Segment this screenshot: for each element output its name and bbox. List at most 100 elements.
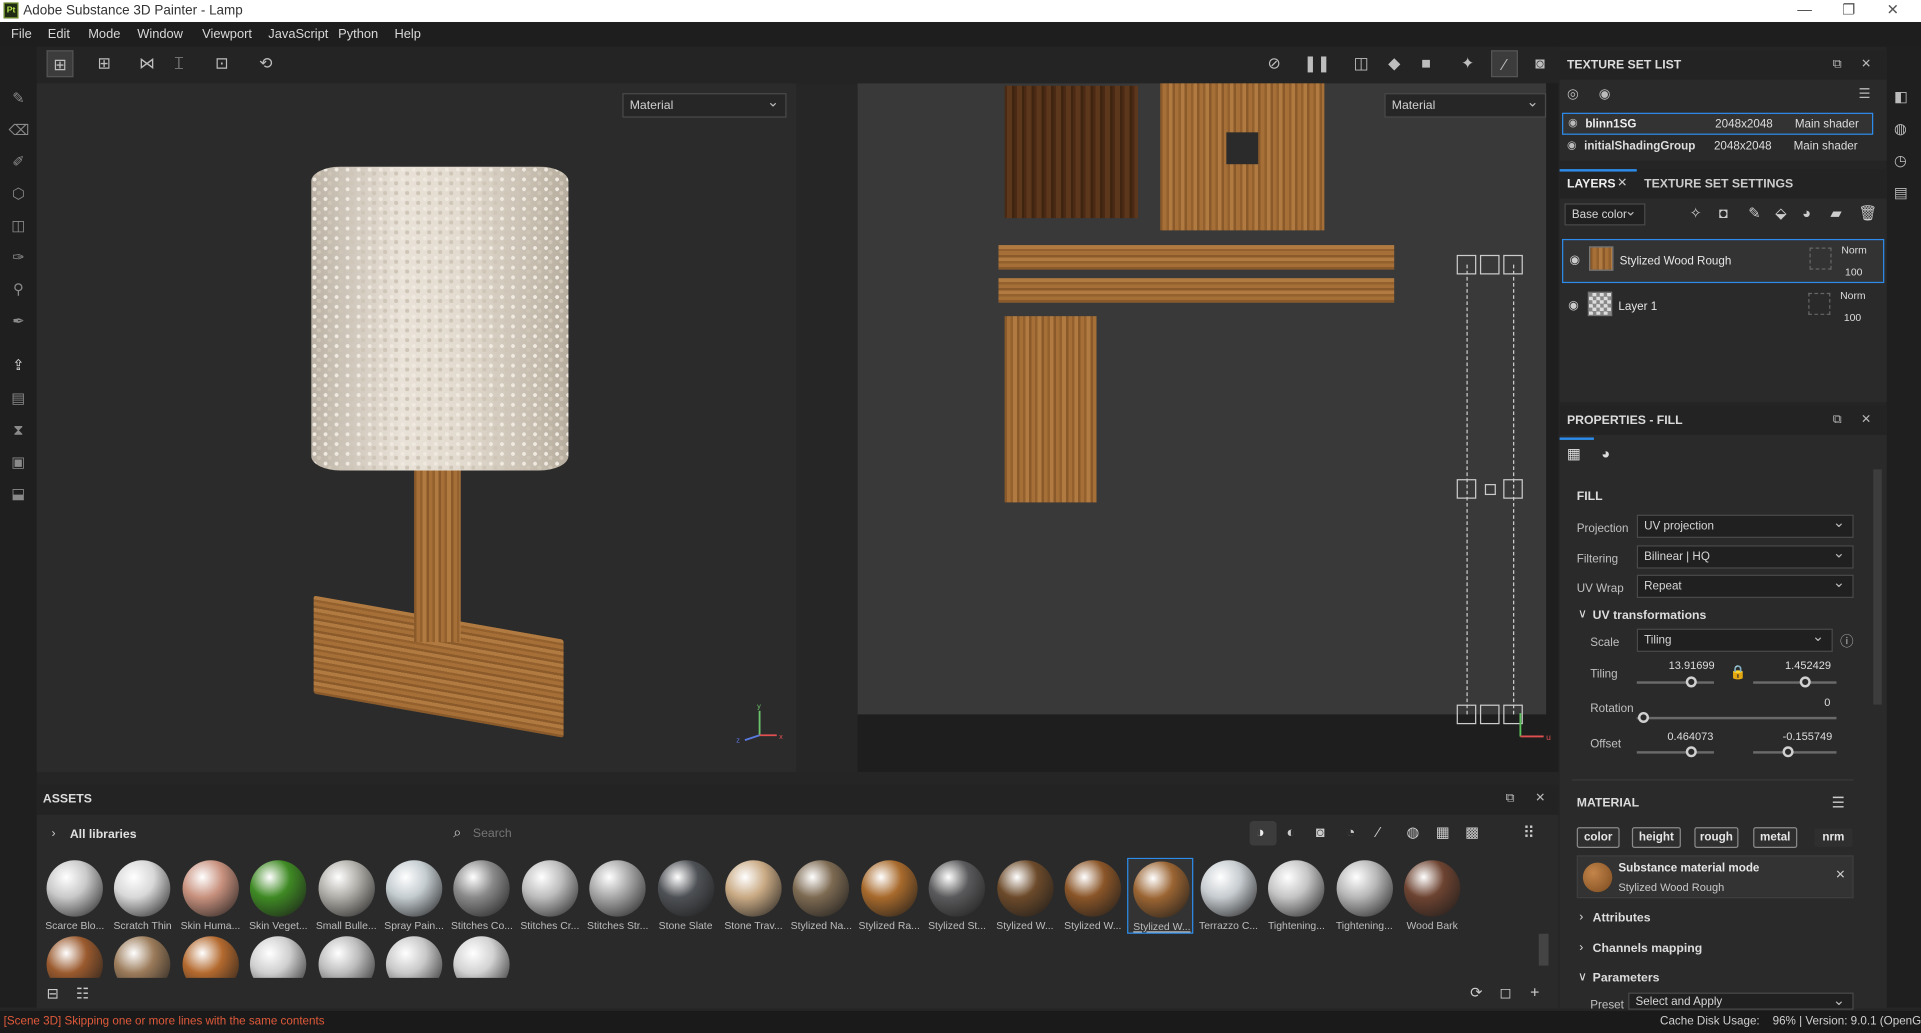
tab-texture-set-settings[interactable]: TEXTURE SET SETTINGS	[1644, 178, 1793, 191]
uv-handle-bc[interactable]	[1479, 704, 1500, 725]
menu-file[interactable]: File	[11, 27, 32, 42]
uv-handle-ml[interactable]	[1456, 479, 1477, 499]
generators-filter-icon[interactable]: ◔	[1346, 823, 1355, 840]
all-libraries-item[interactable]: All libraries	[70, 828, 137, 841]
log-icon[interactable]: ▣	[9, 452, 29, 472]
pause-icon[interactable]: ❚❚	[1304, 50, 1331, 77]
close-window-button[interactable]: ✕	[1874, 1, 1911, 18]
maximize-button[interactable]: ❐	[1830, 1, 1867, 18]
close-icon[interactable]: ✕	[1535, 792, 1545, 805]
info-icon[interactable]: ⓘ	[1840, 631, 1853, 651]
import-resources-icon[interactable]: ⊟	[47, 985, 59, 1002]
paint-mode-icon[interactable]: ⁄	[1490, 50, 1518, 78]
tiling-x-knob[interactable]	[1685, 676, 1697, 688]
asset-item[interactable]: Stitches Co...	[449, 858, 515, 934]
viewport-3d-mode-select[interactable]: Material	[622, 93, 787, 118]
filtering-select[interactable]: Bilinear | HQ	[1636, 544, 1854, 569]
materials-filter-icon[interactable]: ◑	[1256, 823, 1265, 840]
uv-texture-area[interactable]	[857, 83, 1547, 725]
close-icon[interactable]: ✕	[1861, 58, 1871, 71]
channel-chip-nrm[interactable]: nrm	[1813, 827, 1854, 848]
tab-layers[interactable]: LAYERS	[1567, 178, 1616, 191]
add-smart-material-icon[interactable]: ◕	[1802, 205, 1811, 222]
asset-item[interactable]: Wood Bark	[1399, 858, 1465, 934]
reset-camera-icon[interactable]: ⟲	[252, 50, 279, 77]
uv-transformations-label[interactable]: UV transformations	[1593, 609, 1707, 622]
shelf-icon[interactable]: ⬓	[9, 484, 29, 504]
uv-handle-bl[interactable]	[1456, 704, 1477, 725]
add-effect-icon[interactable]: ✧	[1689, 205, 1701, 222]
channel-chip-rough[interactable]: rough	[1694, 827, 1739, 848]
chevron-down-icon[interactable]: ∨	[1578, 971, 1587, 984]
asset-thumbnail[interactable]	[453, 936, 511, 978]
mirror-x-icon[interactable]: ⋈	[134, 50, 161, 77]
tiling-y-value[interactable]: 1.452429	[1785, 659, 1831, 671]
display-settings-icon[interactable]: ⧗	[9, 420, 29, 440]
offset-y-value[interactable]: -0.155749	[1783, 730, 1833, 742]
asset-item[interactable]: Stylized Ra...	[856, 858, 922, 934]
asset-item[interactable]: Stone Slate	[652, 858, 718, 934]
channels-mapping-section[interactable]: Channels mapping	[1593, 942, 1703, 955]
polygon-fill-icon[interactable]: ◫	[9, 216, 29, 236]
offset-y-slider[interactable]	[1753, 751, 1837, 754]
menu-edit[interactable]: Edit	[48, 27, 70, 42]
layer-row-stylized-wood[interactable]: ◉ Stylized Wood Rough Norm 100	[1562, 238, 1885, 284]
asset-thumbnail[interactable]	[46, 936, 103, 978]
eye-icon[interactable]: ◉	[1567, 138, 1577, 151]
mirror-y-icon[interactable]: ⌶	[165, 50, 192, 77]
layer-opacity[interactable]: 100	[1844, 311, 1861, 323]
add-paint-layer-icon[interactable]: ✎	[1748, 205, 1760, 222]
history-icon[interactable]: ◷	[1894, 152, 1907, 169]
chevron-right-icon[interactable]: ›	[51, 827, 55, 840]
float-icon[interactable]: ⧉	[1833, 58, 1842, 71]
offset-x-slider[interactable]	[1636, 751, 1714, 754]
offset-x-value[interactable]: 0.464073	[1667, 730, 1713, 742]
asset-item[interactable]: Small Bulle...	[313, 858, 379, 934]
offset-y-knob[interactable]	[1782, 746, 1794, 758]
frame-icon[interactable]: ⊡	[208, 50, 235, 77]
asset-item[interactable]: Skin Veget...	[245, 858, 311, 934]
layer-opacity[interactable]: 100	[1845, 266, 1862, 278]
offset-x-knob[interactable]	[1685, 746, 1697, 758]
menu-mode[interactable]: Mode	[88, 27, 120, 42]
add-mask-icon[interactable]: ◘	[1719, 205, 1728, 222]
layer-blend-mode[interactable]: Norm	[1840, 289, 1865, 301]
tiling-y-slider[interactable]	[1753, 681, 1837, 684]
asset-item[interactable]: Stylized St...	[924, 858, 990, 934]
viewer-settings-icon[interactable]: ◧	[1894, 88, 1908, 105]
list-menu-icon[interactable]: ☰	[1859, 86, 1871, 102]
add-folder-icon[interactable]: ▰	[1830, 205, 1841, 222]
layer-row-layer-1[interactable]: ◉ Layer 1 Norm 100	[1562, 286, 1884, 330]
rotation-value[interactable]: 0	[1824, 696, 1830, 708]
asset-thumbnail[interactable]	[114, 936, 171, 978]
uv-handle-mr[interactable]	[1503, 479, 1523, 499]
close-icon[interactable]: ✕	[1861, 413, 1871, 426]
layer-visibility-eye-icon[interactable]: ◉	[1569, 254, 1580, 267]
new-window-icon[interactable]: ◻	[1500, 984, 1512, 1001]
asset-item[interactable]: Scratch Thin	[110, 858, 176, 934]
screenshot-icon[interactable]: ◙	[1527, 50, 1554, 77]
layer-visibility-eye-icon[interactable]: ◉	[1568, 299, 1579, 312]
asset-item[interactable]: Terrazzo C...	[1195, 858, 1261, 934]
environment-icon[interactable]: ◍	[1894, 120, 1907, 137]
substance-material-card[interactable]: Substance material mode Stylized Wood Ro…	[1576, 855, 1854, 899]
layout-single-icon[interactable]: ⊞	[46, 50, 74, 78]
export-icon[interactable]: ⇪	[9, 355, 29, 375]
material-menu-icon[interactable]: ☰	[1832, 794, 1845, 811]
display-icon[interactable]: ▤	[1894, 184, 1908, 201]
chevron-down-icon[interactable]: ∨	[1578, 608, 1587, 621]
layer-blend-mode[interactable]: Norm	[1841, 244, 1866, 256]
rotation-knob[interactable]	[1637, 711, 1650, 723]
brushes-filter-icon[interactable]: ⁄	[1377, 823, 1379, 840]
properties-scrollbar[interactable]	[1873, 469, 1882, 705]
texture-set-row-blinn1sg[interactable]: ◉ blinn1SG 2048x2048 Main shader	[1562, 112, 1874, 135]
remove-material-icon[interactable]: ✕	[1835, 869, 1845, 882]
add-fill-layer-icon[interactable]: ⬙	[1775, 205, 1786, 222]
asset-item[interactable]: Tightening...	[1331, 858, 1397, 934]
float-icon[interactable]: ⧉	[1833, 413, 1842, 426]
rotation-slider[interactable]	[1636, 716, 1837, 720]
asset-item[interactable]: Stitches Cr...	[517, 858, 583, 934]
asset-item[interactable]: Spray Pain...	[381, 858, 447, 934]
menu-viewport[interactable]: Viewport	[202, 27, 252, 42]
uv-handle-tr[interactable]	[1503, 254, 1523, 275]
